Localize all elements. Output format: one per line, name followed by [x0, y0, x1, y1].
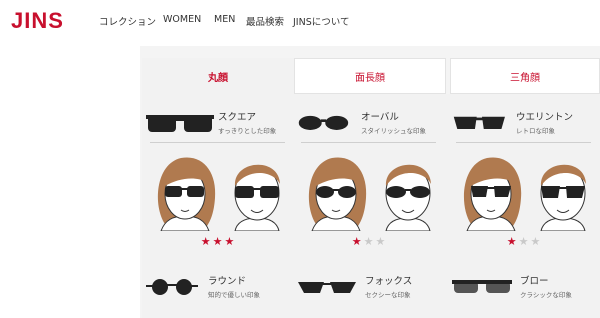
wellington-glasses-icon — [453, 116, 505, 130]
frame-shape-header: ブロー クラシックな印象 — [452, 268, 597, 304]
faces-illustration — [463, 157, 586, 231]
star-icon: ★ — [518, 235, 531, 248]
frame-shape-name: ラウンド — [208, 276, 247, 287]
faces-illustration — [308, 157, 431, 231]
tab-long-face[interactable]: 面長顔 — [294, 58, 446, 94]
left-margin — [0, 46, 140, 318]
star-icon: ★ — [530, 235, 543, 248]
nav-about-jins[interactable]: JINSについて — [293, 14, 353, 28]
frame-shape-header: ラウンド 知的で優しい印象 — [146, 268, 291, 304]
star-icon: ★ — [506, 235, 519, 248]
rating-stars: ★★★ — [297, 235, 442, 248]
frame-card-fox[interactable]: フォックス セクシーな印象 — [297, 268, 442, 306]
star-icon: ★ — [212, 235, 225, 248]
square-glasses-icon — [146, 115, 214, 132]
rating-stars: ★★★ — [452, 235, 597, 248]
nav-collection[interactable]: コレクション — [99, 14, 163, 28]
divider — [301, 142, 436, 143]
faces-illustration — [157, 157, 280, 231]
frame-shape-header: スクエア すっきりとした印象 — [146, 104, 291, 140]
frame-shape-desc: スタイリッシュな印象 — [361, 127, 426, 135]
jins-logo[interactable]: JINS — [11, 8, 64, 34]
divider — [150, 142, 285, 143]
frame-shape-name: スクエア — [218, 112, 257, 123]
fox-glasses-icon — [298, 282, 356, 293]
frame-card-brow[interactable]: ブロー クラシックな印象 — [452, 268, 597, 306]
nav-product-search[interactable]: 最品検索 — [246, 14, 293, 28]
frame-shape-header: オーバル スタイリッシュな印象 — [297, 104, 442, 140]
frame-shape-desc: すっきりとした印象 — [218, 127, 277, 135]
frame-shape-panel: スクエア すっきりとした印象 ★★★ オーバル スタイリッシュな印象 ★★★ ウ… — [142, 94, 600, 318]
tab-round-face[interactable]: 丸顔 — [142, 58, 294, 94]
frame-shape-name: オーバル — [361, 112, 399, 123]
frame-shape-header: ウエリントン レトロな印象 — [452, 104, 597, 140]
frame-shape-desc: 知的で優しい印象 — [208, 291, 260, 299]
frame-shape-desc: レトロな印象 — [516, 127, 555, 135]
frame-shape-name: ウエリントン — [516, 112, 574, 123]
divider — [456, 142, 591, 143]
round-glasses-icon — [146, 279, 198, 295]
star-icon: ★ — [351, 235, 364, 248]
frame-card-round[interactable]: ラウンド 知的で優しい印象 — [146, 268, 291, 306]
star-icon: ★ — [363, 235, 376, 248]
frame-shape-desc: セクシーな印象 — [365, 291, 411, 299]
star-icon: ★ — [375, 235, 388, 248]
brow-glasses-icon — [452, 280, 512, 293]
star-icon: ★ — [200, 235, 213, 248]
frame-shape-desc: クラシックな印象 — [520, 291, 572, 299]
site-header: JINS コレクション WOMEN MEN 最品検索 JINSについて — [0, 0, 600, 46]
main-nav: コレクション WOMEN MEN 最品検索 JINSについて — [99, 14, 353, 28]
nav-men[interactable]: MEN — [214, 14, 246, 28]
frame-shape-name: フォックス — [365, 276, 413, 287]
rating-stars: ★★★ — [146, 235, 291, 248]
nav-women[interactable]: WOMEN — [163, 14, 214, 28]
star-icon: ★ — [224, 235, 237, 248]
oval-glasses-icon — [298, 115, 349, 130]
tab-triangle-face[interactable]: 三角顔 — [450, 58, 600, 94]
frame-shape-header: フォックス セクシーな印象 — [297, 268, 442, 304]
frame-shape-name: ブロー — [520, 276, 549, 287]
face-type-tabs: 丸顔 面長顔 三角顔 — [142, 58, 600, 94]
